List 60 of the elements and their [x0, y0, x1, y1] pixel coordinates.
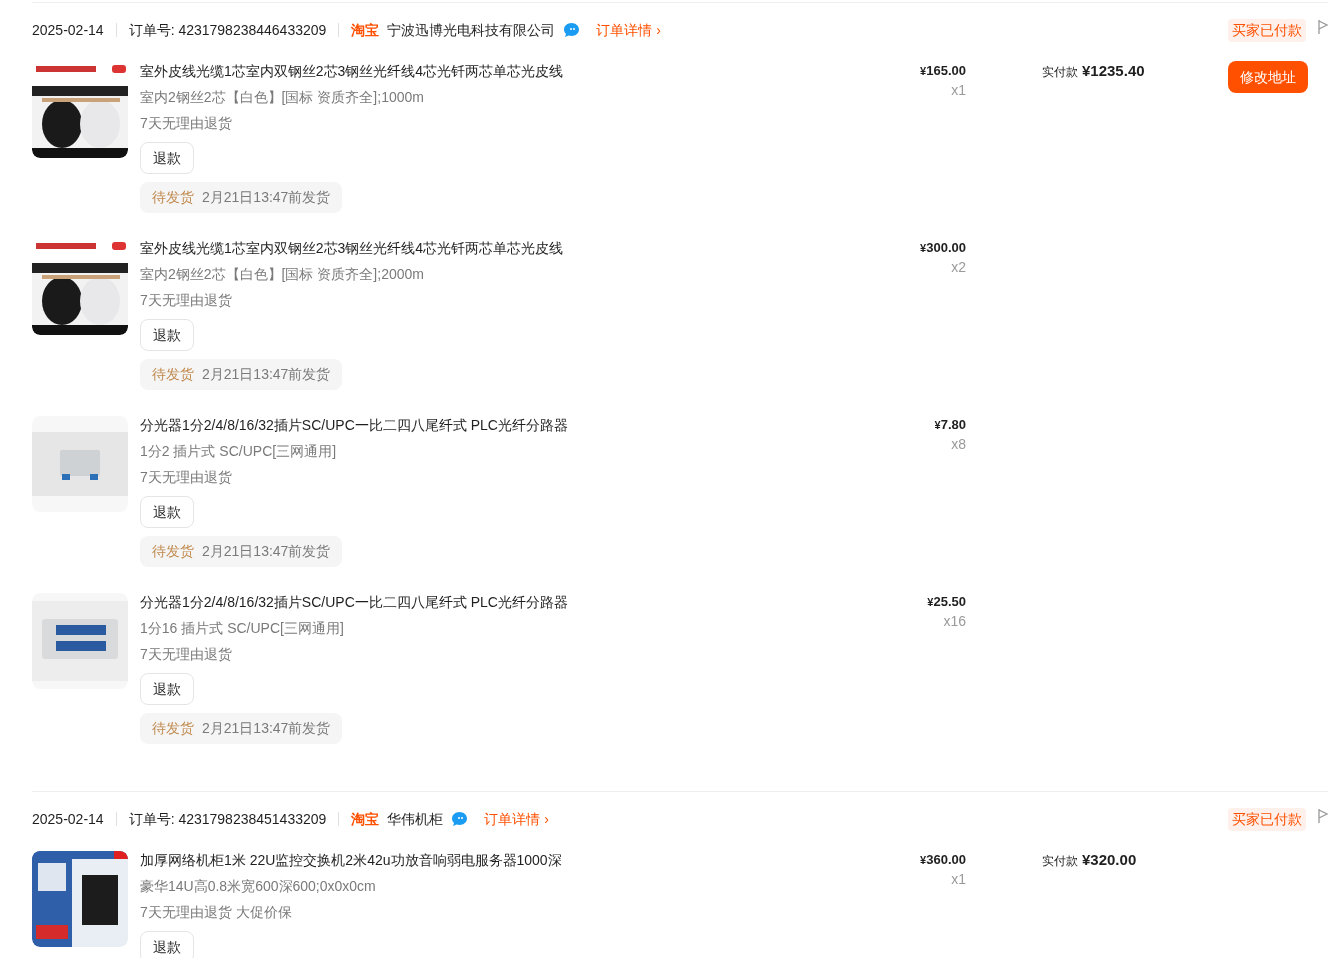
paid-label: 实付款 — [1042, 854, 1078, 868]
platform-label: 淘宝 — [351, 20, 380, 40]
shipping-deadline: 2月21日13:47前发货 — [202, 365, 331, 384]
cable-spools-picture[interactable] — [32, 239, 128, 335]
quantity: x16 — [942, 615, 966, 627]
shop-name[interactable]: 华伟机柜 — [387, 808, 444, 830]
shipping-deadline: 2月21日13:47前发货 — [202, 719, 331, 738]
service-note: 7天无理由退货 — [140, 468, 232, 487]
product-title[interactable]: 室外皮线光缆1芯室内双钢丝2芯3钢丝光纤线4芯光钎两芯单芯光皮线 — [140, 235, 564, 261]
refund-button[interactable]: 退款 — [140, 673, 194, 705]
chat-bubble-icon[interactable] — [563, 22, 581, 38]
service-note: 7天无理由退货 — [140, 645, 232, 664]
platform-label: 淘宝 — [351, 809, 380, 829]
quantity: x8 — [950, 438, 966, 450]
product-title[interactable]: 加厚网络机柜1米 22U监控交换机2米42u功放音响弱电服务器1000深 — [140, 847, 562, 873]
quantity: x2 — [950, 261, 966, 273]
order-date: 2025-02-14 — [32, 809, 104, 829]
paid-amount: ¥1235.40 — [1082, 62, 1145, 79]
cable-spools-picture[interactable] — [32, 62, 128, 158]
unit-price: ¥165.00 — [919, 62, 966, 80]
cabinet-picture[interactable] — [32, 851, 128, 947]
shipping-status: 待发货 — [152, 542, 194, 561]
refund-button[interactable]: 退款 — [140, 931, 194, 958]
product-title[interactable]: 室外皮线光缆1芯室内双钢丝2芯3钢丝光纤线4芯光钎两芯单芯光皮线 — [140, 58, 564, 84]
shipping-deadline: 2月21日13:47前发货 — [202, 542, 331, 561]
product-title[interactable]: 分光器1分2/4/8/16/32插片SC/UPC一比二四八尾纤式 PLC光纤分路器 — [140, 412, 568, 438]
shipping-status: 待发货 — [152, 719, 194, 738]
unit-price: ¥7.80 — [933, 416, 966, 434]
refund-button[interactable]: 退款 — [140, 496, 194, 528]
quantity: x1 — [950, 84, 966, 96]
order-status: 买家已付款 — [1228, 807, 1306, 831]
product-title[interactable]: 分光器1分2/4/8/16/32插片SC/UPC一比二四八尾纤式 PLC光纤分路器 — [140, 589, 568, 615]
product-spec: 室内2钢丝2芯【白色】[国标 资质齐全];2000m — [140, 265, 424, 284]
quantity: x1 — [950, 873, 966, 885]
splitter-box-picture[interactable] — [32, 593, 128, 689]
paid-amount: ¥320.00 — [1082, 851, 1137, 868]
paid-label: 实付款 — [1042, 65, 1078, 79]
shipping-status: 待发货 — [152, 188, 194, 207]
flag-icon[interactable] — [1318, 20, 1328, 34]
order-number: 订单号: 4231798238451433209 — [128, 809, 327, 829]
shipping-status: 待发货 — [152, 365, 194, 384]
refund-button[interactable]: 退款 — [140, 319, 194, 351]
service-note: 7天无理由退货 — [140, 291, 232, 310]
chat-bubble-icon[interactable] — [451, 811, 469, 827]
order-status: 买家已付款 — [1228, 18, 1306, 42]
refund-button[interactable]: 退款 — [140, 142, 194, 174]
product-spec: 1分16 插片式 SC/UPC[三网通用] — [140, 619, 344, 638]
product-spec: 室内2钢丝2芯【白色】[国标 资质齐全];1000m — [140, 88, 424, 107]
shop-name[interactable]: 宁波迅博光电科技有限公司 — [387, 19, 556, 41]
unit-price: ¥300.00 — [919, 239, 966, 257]
order-number: 订单号: 4231798238446433209 — [128, 20, 327, 40]
product-spec: 1分2 插片式 SC/UPC[三网通用] — [140, 442, 337, 461]
service-note: 7天无理由退货 — [140, 114, 232, 133]
unit-price: ¥25.50 — [926, 593, 966, 611]
service-note: 7天无理由退货 大促价保 — [140, 903, 292, 922]
product-spec: 豪华14U高0.8米宽600深600;0x0x0cm — [140, 877, 376, 896]
unit-price: ¥360.00 — [919, 851, 966, 869]
order-date: 2025-02-14 — [32, 20, 104, 40]
flag-icon[interactable] — [1318, 809, 1328, 823]
shipping-deadline: 2月21日13:47前发货 — [202, 188, 331, 207]
